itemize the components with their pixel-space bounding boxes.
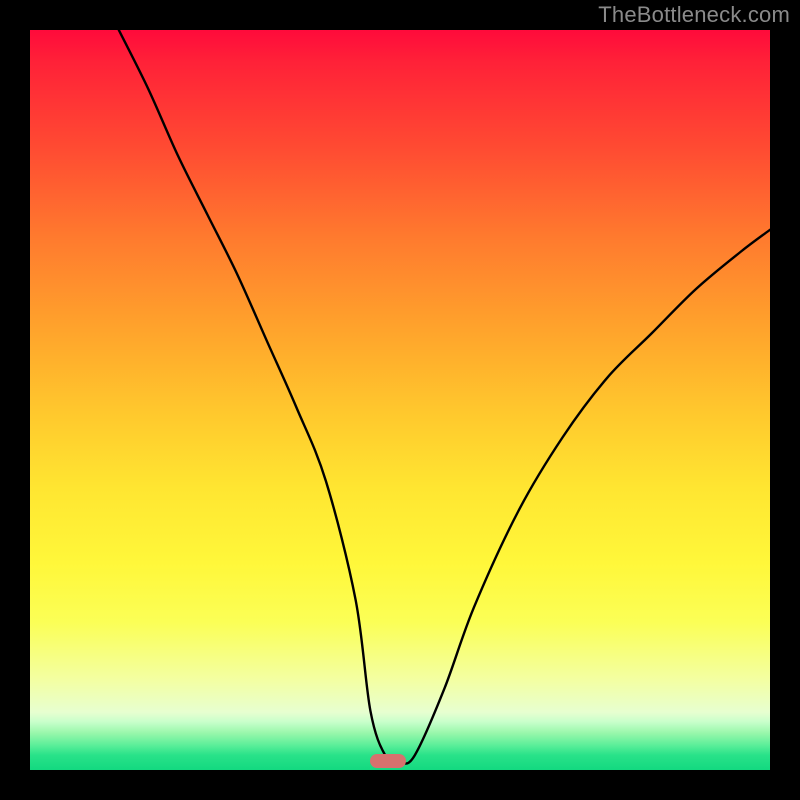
plot-area bbox=[30, 30, 770, 770]
bottleneck-curve bbox=[30, 30, 770, 770]
chart-frame: TheBottleneck.com bbox=[0, 0, 800, 800]
watermark-text: TheBottleneck.com bbox=[598, 2, 790, 28]
bottleneck-marker bbox=[370, 754, 406, 768]
